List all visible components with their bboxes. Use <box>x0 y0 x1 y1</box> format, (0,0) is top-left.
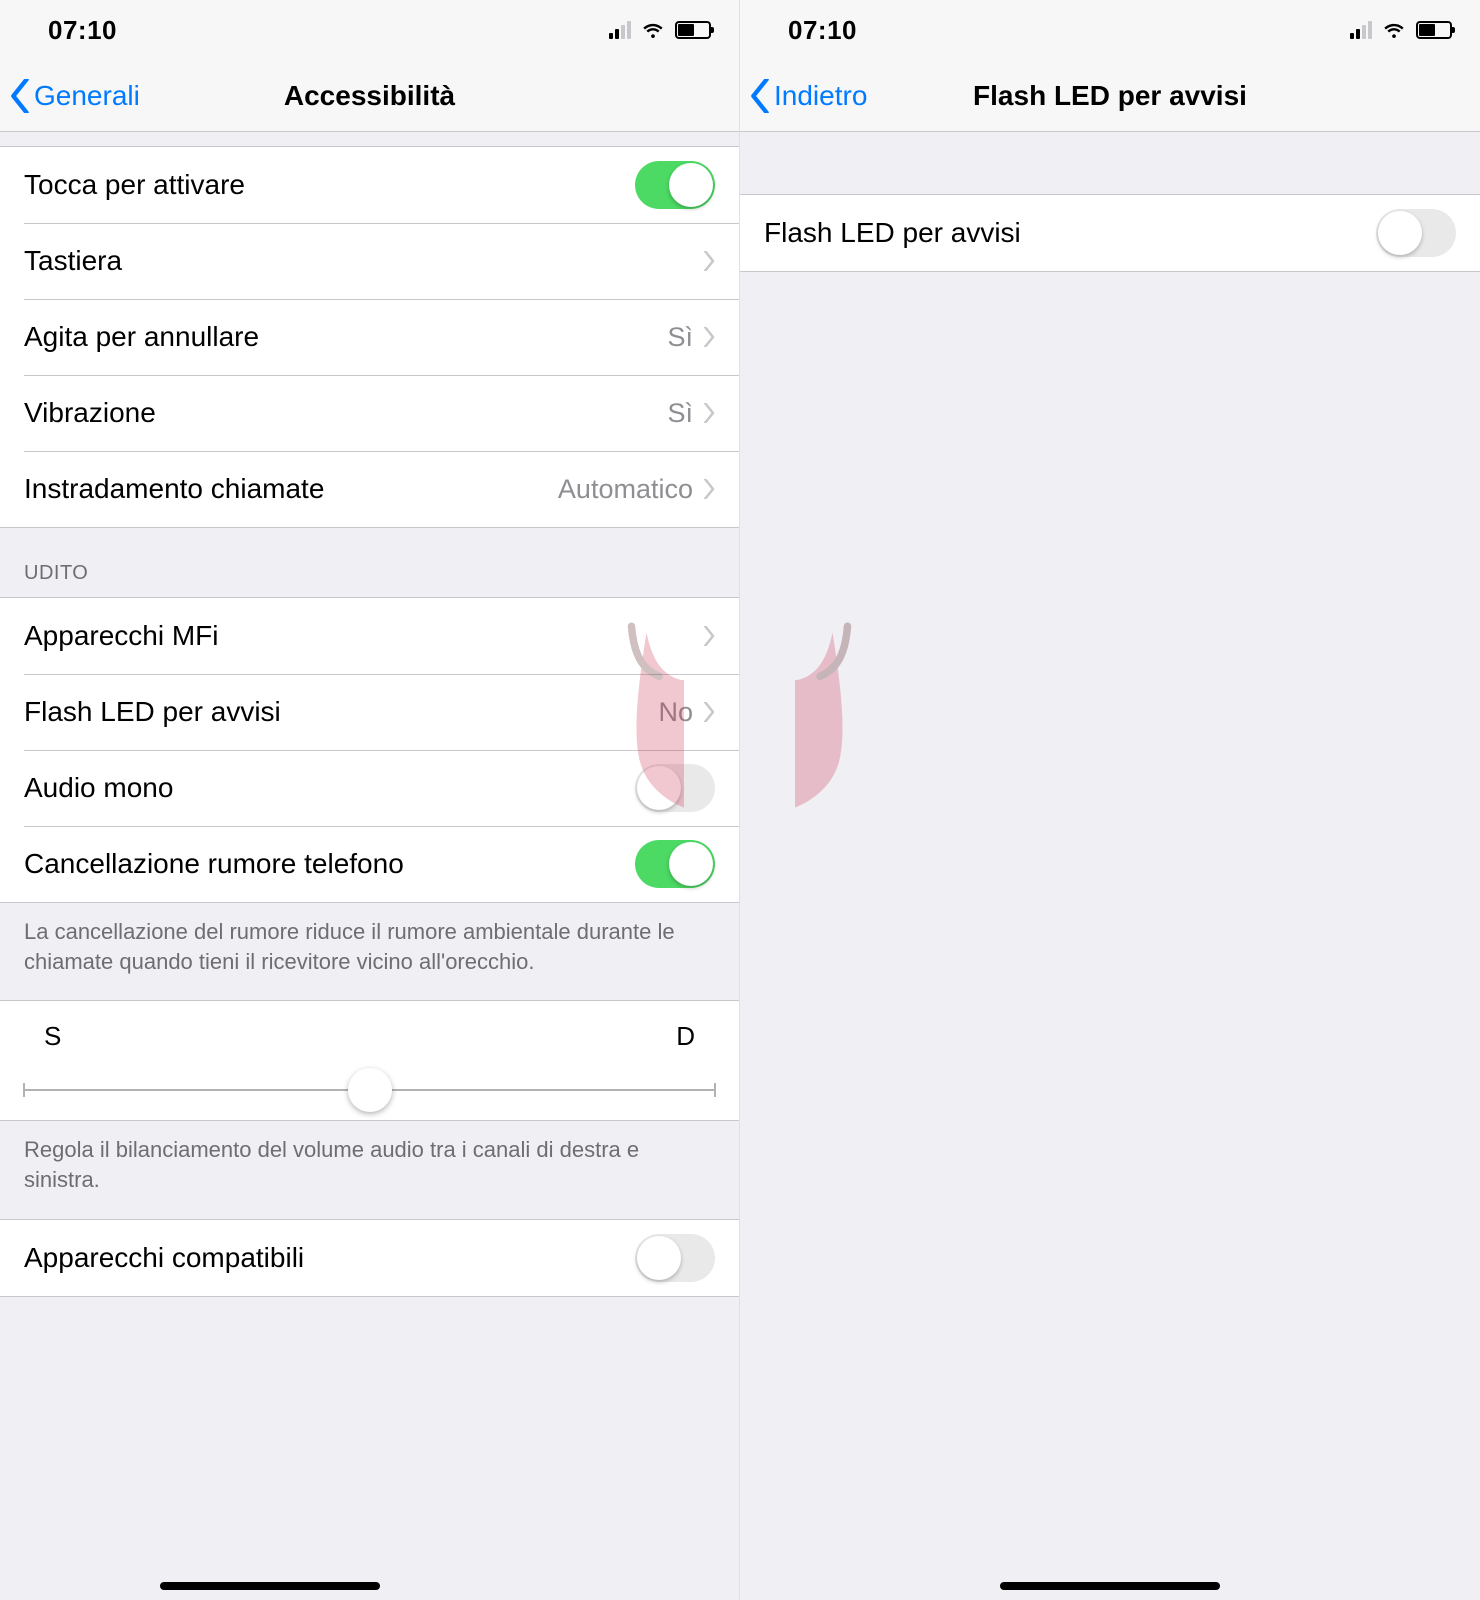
row-label: Flash LED per avvisi <box>24 696 658 728</box>
chevron-right-icon <box>703 626 715 646</box>
row-label: Audio mono <box>24 772 635 804</box>
chevron-right-icon <box>703 251 715 271</box>
toggle-noise-cancel[interactable] <box>635 840 715 888</box>
row-label: Tocca per attivare <box>24 169 635 201</box>
back-label: Generali <box>34 80 140 112</box>
status-icons <box>1350 18 1452 42</box>
row-label: Cancellazione rumore telefono <box>24 848 635 880</box>
row-noise-cancel[interactable]: Cancellazione rumore telefono <box>0 826 739 902</box>
chevron-right-icon <box>703 479 715 499</box>
row-value: Automatico <box>558 474 693 505</box>
cellular-icon <box>1350 21 1372 39</box>
status-bar: 07:10 <box>0 0 739 60</box>
footer-noise-cancel: La cancellazione del rumore riduce il ru… <box>0 903 739 1000</box>
footer-balance: Regola il bilanciamento del volume audio… <box>0 1121 739 1218</box>
status-time: 07:10 <box>48 15 117 46</box>
row-tap-to-wake[interactable]: Tocca per attivare <box>0 147 739 223</box>
row-label: Apparecchi compatibili <box>24 1242 635 1274</box>
row-led-flash-toggle[interactable]: Flash LED per avvisi <box>740 195 1480 271</box>
group-interaction: Tocca per attivare Tastiera Agita per an… <box>0 146 739 528</box>
row-value: Sì <box>667 322 693 353</box>
row-compatible-devices[interactable]: Apparecchi compatibili <box>0 1220 739 1296</box>
row-call-routing[interactable]: Instradamento chiamate Automatico <box>0 451 739 527</box>
row-vibration[interactable]: Vibrazione Sì <box>0 375 739 451</box>
group-led: Flash LED per avvisi <box>740 194 1480 272</box>
chevron-right-icon <box>703 702 715 722</box>
home-indicator <box>160 1582 380 1590</box>
status-icons <box>609 18 711 42</box>
row-value: No <box>658 697 693 728</box>
row-mfi-devices[interactable]: Apparecchi MFi <box>0 598 739 674</box>
group-compat: Apparecchi compatibili <box>0 1219 739 1297</box>
balance-thumb[interactable] <box>348 1068 392 1112</box>
chevron-right-icon <box>703 327 715 347</box>
wifi-icon <box>641 18 665 42</box>
screen-accessibility: 07:10 Generali Accessibilità Tocca per a… <box>0 0 740 1600</box>
row-label: Vibrazione <box>24 397 667 429</box>
toggle-mono-audio[interactable] <box>635 764 715 812</box>
row-shake-to-undo[interactable]: Agita per annullare Sì <box>0 299 739 375</box>
nav-header: Indietro Flash LED per avvisi <box>740 60 1480 132</box>
back-button[interactable]: Indietro <box>740 79 867 113</box>
toggle-tap-to-wake[interactable] <box>635 161 715 209</box>
row-value: Sì <box>667 398 693 429</box>
watermark-icon <box>740 620 860 820</box>
cellular-icon <box>609 21 631 39</box>
group-hearing: Apparecchi MFi Flash LED per avvisi No A… <box>0 597 739 903</box>
row-label: Apparecchi MFi <box>24 620 703 652</box>
back-label: Indietro <box>774 80 867 112</box>
chevron-left-icon <box>750 79 770 113</box>
screen-led-flash: 07:10 Indietro Flash LED per avvisi Flas… <box>740 0 1480 1600</box>
toggle-led-flash[interactable] <box>1376 209 1456 257</box>
row-label: Instradamento chiamate <box>24 473 558 505</box>
home-indicator <box>1000 1582 1220 1590</box>
battery-icon <box>675 21 711 39</box>
row-led-flash[interactable]: Flash LED per avvisi No <box>0 674 739 750</box>
status-time: 07:10 <box>788 15 857 46</box>
wifi-icon <box>1382 18 1406 42</box>
chevron-right-icon <box>703 403 715 423</box>
balance-slider[interactable] <box>24 1070 715 1110</box>
row-label: Agita per annullare <box>24 321 667 353</box>
balance-left-label: S <box>44 1021 61 1052</box>
balance-right-label: D <box>676 1021 695 1052</box>
status-bar: 07:10 <box>740 0 1480 60</box>
group-balance: S D <box>0 1000 739 1121</box>
back-button[interactable]: Generali <box>0 79 140 113</box>
section-header-hearing: UDITO <box>0 528 739 597</box>
battery-icon <box>1416 21 1452 39</box>
chevron-left-icon <box>10 79 30 113</box>
row-keyboard[interactable]: Tastiera <box>0 223 739 299</box>
nav-header: Generali Accessibilità <box>0 60 739 132</box>
row-label: Tastiera <box>24 245 703 277</box>
toggle-compatible-devices[interactable] <box>635 1234 715 1282</box>
row-mono-audio[interactable]: Audio mono <box>0 750 739 826</box>
row-label: Flash LED per avvisi <box>764 217 1376 249</box>
